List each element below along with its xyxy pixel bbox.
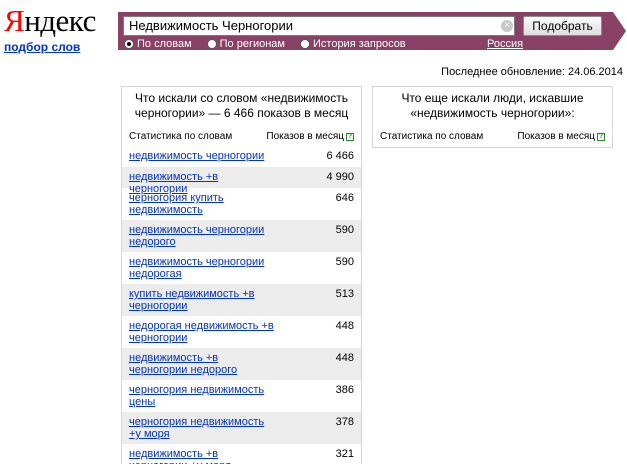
yandex-logo[interactable]: Яндекс — [4, 4, 96, 38]
radio-history[interactable]: История запросов — [300, 38, 406, 50]
radio-label: История запросов — [313, 38, 406, 50]
query-list: недвижимость черногории 6 466 недвижимость… — [122, 146, 361, 464]
table-row: недвижимость черногории недорого 590 — [122, 220, 361, 252]
query-count: 386 — [335, 384, 354, 396]
wordstat-link[interactable]: подбор слов — [4, 40, 80, 54]
table-row: недорогая недвижимость +в черногории 448 — [122, 316, 361, 348]
query-link[interactable]: недвижимость +в черногории +у моря — [129, 448, 279, 464]
table-row: черногория недвижимость +у моря 378 — [122, 412, 361, 444]
query-count: 321 — [335, 448, 354, 460]
column-headers: Статистика по словам Показов в месяц? — [373, 131, 612, 142]
related-queries-panel: Что искали со словом «недвижимость черно… — [121, 86, 362, 464]
column-headers: Статистика по словам Показов в месяц? — [122, 131, 361, 142]
table-row: купить недвижимость +в черногории 513 — [122, 284, 361, 316]
query-link[interactable]: недвижимость черногории недорогая — [129, 256, 279, 284]
query-link[interactable]: черногория недвижимость +у моря — [129, 416, 279, 444]
last-updated: Последнее обновление: 24.06.2014 — [441, 66, 623, 78]
clear-icon[interactable]: × — [501, 20, 513, 32]
help-icon[interactable]: ? — [346, 132, 354, 141]
table-row: недвижимость +в черногории 4 990 — [122, 167, 361, 195]
submit-button[interactable]: Подобрать — [523, 16, 602, 36]
query-link[interactable]: недорогая недвижимость +в черногории — [129, 320, 279, 348]
region-link[interactable]: Россия — [487, 38, 523, 50]
radio-icon — [300, 39, 310, 49]
table-row: черногория недвижимость цены 386 — [122, 380, 361, 412]
table-row: недвижимость черногории недорогая 590 — [122, 252, 361, 284]
logo-letter-y: Я — [4, 3, 25, 38]
table-row: недвижимость +в черногории +у моря 321 — [122, 444, 361, 464]
col-shows-label: Показов в месяц — [266, 131, 344, 142]
query-link[interactable]: недвижимость +в черногории — [129, 171, 279, 195]
help-icon[interactable]: ? — [597, 132, 605, 141]
table-row: недвижимость +в черногории недорого 448 — [122, 348, 361, 380]
radio-icon — [206, 39, 217, 49]
query-count: 4 990 — [326, 171, 354, 183]
radio-label: По регионам — [219, 38, 285, 50]
table-row: черногория купить недвижимость 646 — [122, 188, 361, 220]
query-count: 513 — [335, 288, 354, 300]
panel-title: Что искали со словом «недвижимость черно… — [134, 91, 349, 120]
radio-by-words[interactable]: По словам — [124, 38, 192, 50]
radio-label: По словам — [137, 38, 192, 50]
query-link[interactable]: купить недвижимость +в черногории — [129, 288, 279, 316]
search-mode-radios: По словам По регионам История запросов — [124, 38, 421, 50]
query-link[interactable]: недвижимость черногории — [129, 150, 279, 167]
logo-rest: ндекс — [24, 3, 96, 38]
query-link[interactable]: недвижимость черногории недорого — [129, 224, 279, 252]
query-count: 590 — [335, 256, 354, 268]
query-link[interactable]: недвижимость +в черногории недорого — [129, 352, 279, 380]
query-count: 448 — [335, 352, 354, 364]
also-searched-panel: Что еще искали люди, искавшие «недвижимо… — [372, 86, 613, 148]
query-count: 448 — [335, 320, 354, 332]
search-input[interactable]: Недвижимость Черногории — [123, 16, 515, 36]
query-link[interactable]: черногория недвижимость цены — [129, 384, 279, 412]
query-count: 378 — [335, 416, 354, 428]
search-bar: Недвижимость Черногории × Подобрать По с… — [118, 12, 626, 50]
radio-icon — [124, 39, 134, 49]
col-words-header: Статистика по словам — [129, 131, 233, 142]
col-shows-label: Показов в месяц — [517, 131, 595, 142]
col-shows-header: Показов в месяц? — [517, 131, 605, 142]
table-row: недвижимость черногории 6 466 — [122, 146, 361, 167]
query-link[interactable]: черногория купить недвижимость — [129, 192, 279, 220]
query-count: 6 466 — [326, 150, 354, 162]
query-count: 590 — [335, 224, 354, 236]
col-words-header: Статистика по словам — [380, 131, 484, 142]
query-count: 646 — [335, 192, 354, 204]
radio-by-regions[interactable]: По регионам — [206, 38, 285, 50]
col-shows-header: Показов в месяц? — [266, 131, 354, 142]
panel-title: Что еще искали люди, искавшие «недвижимо… — [401, 91, 584, 120]
